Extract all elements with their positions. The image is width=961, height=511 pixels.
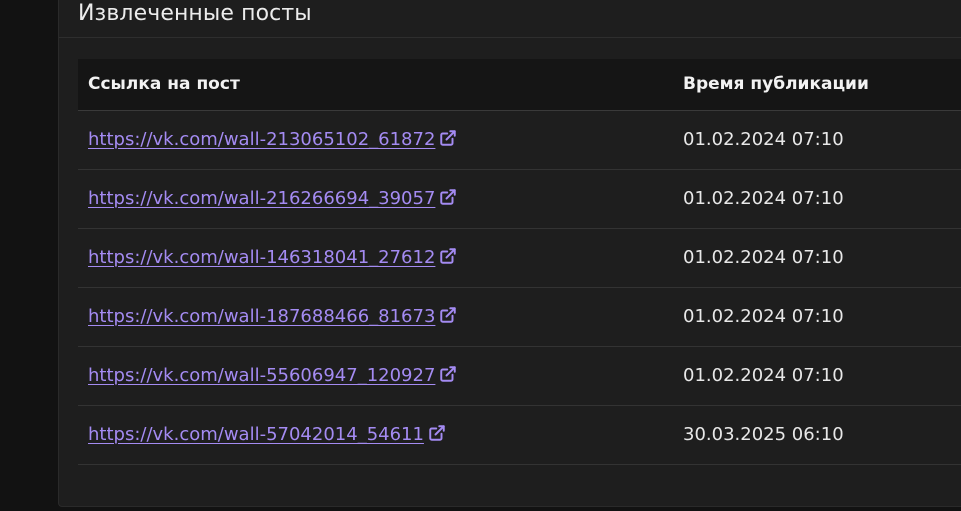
external-link-icon bbox=[440, 189, 457, 205]
link-cell: https://vk.com/wall-213065102_61872 bbox=[78, 110, 673, 170]
external-link-icon bbox=[440, 130, 457, 146]
post-link[interactable]: https://vk.com/wall-146318041_27612 bbox=[88, 247, 457, 268]
extracted-posts-card: Извлеченные посты Ссылка на пост Время п… bbox=[58, 0, 961, 507]
column-header-time: Время публикации bbox=[673, 59, 961, 111]
post-link[interactable]: https://vk.com/wall-216266694_39057 bbox=[88, 188, 457, 209]
link-cell: https://vk.com/wall-55606947_120927 bbox=[78, 346, 673, 406]
external-link-icon bbox=[429, 425, 445, 441]
post-link-text: https://vk.com/wall-213065102_61872 bbox=[88, 129, 436, 150]
time-cell: 01.02.2024 07:10 bbox=[673, 287, 961, 347]
post-link[interactable]: https://vk.com/wall-57042014_54611 bbox=[88, 424, 446, 445]
post-link[interactable]: https://vk.com/wall-187688466_81673 bbox=[88, 306, 457, 327]
post-link-text: https://vk.com/wall-187688466_81673 bbox=[88, 306, 436, 327]
time-cell: 01.02.2024 07:10 bbox=[673, 228, 961, 288]
table-row: https://vk.com/wall-213065102_61872 01.0… bbox=[78, 110, 961, 170]
link-cell: https://vk.com/wall-187688466_81673 bbox=[78, 287, 673, 347]
post-link-text: https://vk.com/wall-216266694_39057 bbox=[88, 188, 436, 209]
header-row: Ссылка на пост Время публикации bbox=[78, 59, 961, 111]
posts-table: Ссылка на пост Время публикации https://… bbox=[78, 59, 961, 465]
link-cell: https://vk.com/wall-57042014_54611 bbox=[78, 405, 673, 465]
card-header: Извлеченные посты bbox=[59, 0, 961, 38]
table-body: https://vk.com/wall-213065102_61872 01.0… bbox=[78, 110, 961, 465]
time-cell: 30.03.2025 06:10 bbox=[673, 405, 961, 465]
link-cell: https://vk.com/wall-216266694_39057 bbox=[78, 169, 673, 229]
post-link-text: https://vk.com/wall-57042014_54611 bbox=[88, 424, 424, 445]
table-row: https://vk.com/wall-55606947_120927 01.0… bbox=[78, 346, 961, 406]
link-cell: https://vk.com/wall-146318041_27612 bbox=[78, 228, 673, 288]
table-row: https://vk.com/wall-146318041_27612 01.0… bbox=[78, 228, 961, 288]
posts-table-container: Ссылка на пост Время публикации https://… bbox=[78, 59, 961, 465]
table-row: https://vk.com/wall-57042014_54611 30.03… bbox=[78, 405, 961, 465]
time-cell: 01.02.2024 07:10 bbox=[673, 346, 961, 406]
external-link-icon bbox=[440, 248, 457, 264]
external-link-icon bbox=[440, 307, 457, 323]
external-link-icon bbox=[440, 366, 457, 382]
post-link-text: https://vk.com/wall-55606947_120927 bbox=[88, 365, 436, 386]
post-link-text: https://vk.com/wall-146318041_27612 bbox=[88, 247, 436, 268]
sidebar-gutter bbox=[0, 0, 58, 511]
time-cell: 01.02.2024 07:10 bbox=[673, 110, 961, 170]
table-row: https://vk.com/wall-187688466_81673 01.0… bbox=[78, 287, 961, 347]
column-header-link: Ссылка на пост bbox=[78, 59, 673, 111]
table-header: Ссылка на пост Время публикации bbox=[78, 59, 961, 111]
table-row: https://vk.com/wall-216266694_39057 01.0… bbox=[78, 169, 961, 229]
post-link[interactable]: https://vk.com/wall-213065102_61872 bbox=[88, 129, 457, 150]
post-link[interactable]: https://vk.com/wall-55606947_120927 bbox=[88, 365, 457, 386]
time-cell: 01.02.2024 07:10 bbox=[673, 169, 961, 229]
card-title: Извлеченные посты bbox=[78, 1, 312, 26]
